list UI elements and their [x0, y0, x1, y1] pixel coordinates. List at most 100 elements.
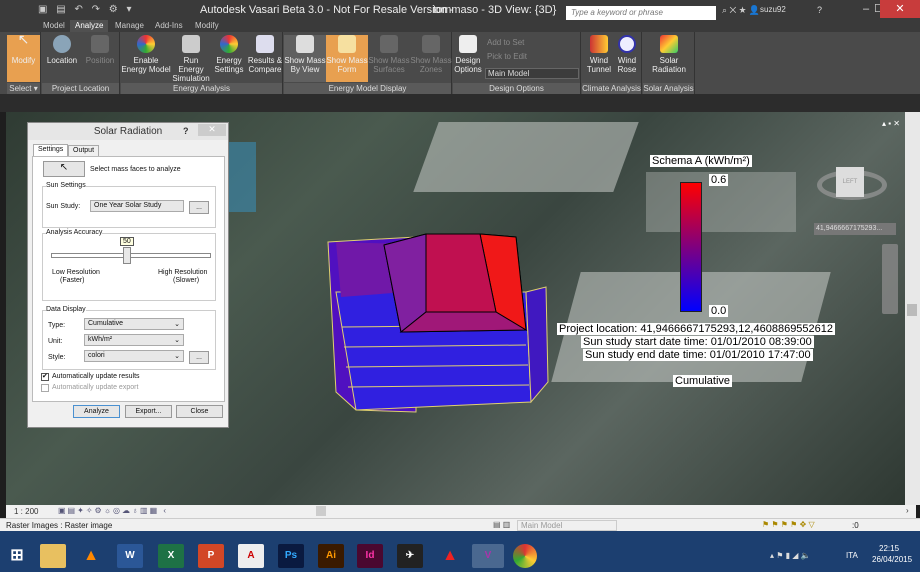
user-name[interactable]: suzu92	[760, 5, 786, 14]
coordinates-dropdown[interactable]: 41,9466667175293...	[814, 223, 896, 235]
style-select[interactable]: colori ⌄	[84, 350, 184, 362]
desktop-strip	[0, 531, 920, 540]
show-mass-zones-button[interactable]: Show Mass Zones	[410, 35, 452, 74]
view-scale[interactable]: 1 : 200	[14, 507, 38, 516]
style-browse-button[interactable]: ...	[189, 351, 209, 364]
select-faces-label: Select mass faces to analyze	[90, 166, 181, 173]
position-button[interactable]: Position	[82, 35, 118, 65]
accuracy-value: 50	[120, 237, 134, 246]
document-title: tommaso - 3D View: {3D}	[433, 4, 557, 16]
system-tray-icons[interactable]: ▴ ⚑ ▮ ◢ 🔈	[770, 551, 811, 560]
sun-study-label: Sun Study:	[46, 203, 81, 210]
navigation-bar[interactable]	[882, 244, 898, 314]
modify-button[interactable]: ↖ Modify	[7, 32, 40, 82]
tab-output[interactable]: Output	[68, 145, 100, 156]
design-options-icon[interactable]: ▤ ▥	[493, 520, 510, 529]
acrobat-icon[interactable]: A	[238, 544, 264, 568]
tab-analyze[interactable]: Analyze	[70, 20, 109, 32]
accuracy-slider-thumb[interactable]	[123, 247, 131, 264]
rhino-icon[interactable]: ✈	[397, 544, 423, 568]
vertical-scrollbar[interactable]	[905, 112, 920, 505]
viewcube[interactable]: LEFT	[836, 167, 864, 197]
tab-model[interactable]: Model	[38, 20, 70, 32]
view-control-icons[interactable]: ▣▤✦✧⚙☼◎☁♁▥▦ ‹	[58, 506, 168, 515]
start-button[interactable]: ⊞	[4, 544, 30, 568]
scroll-right-button[interactable]: ›	[906, 506, 909, 515]
search-input[interactable]: Type a keyword or phrase	[566, 6, 716, 20]
selection-filter-icons[interactable]: ⚑ ⚑ ⚑ ⚑ ✥ ▽	[762, 520, 815, 529]
accuracy-slider-track[interactable]	[51, 253, 211, 258]
word-icon[interactable]: W	[117, 544, 143, 568]
sun-study-field[interactable]: One Year Solar Study	[90, 200, 184, 212]
viewport-window-controls[interactable]: ▴ ▪ ✕	[882, 119, 900, 128]
horizontal-scroll-thumb[interactable]	[316, 506, 326, 516]
add-to-set-button[interactable]: Add to Set	[487, 38, 524, 47]
design-option-select[interactable]: Main Model	[485, 68, 579, 79]
status-bar: Raster Images : Raster image ▤ ▥ Main Mo…	[0, 518, 920, 531]
dialog-close-button[interactable]: ✕	[198, 124, 226, 136]
illustrator-icon[interactable]: Ai	[318, 544, 344, 568]
photoshop-icon[interactable]: Ps	[278, 544, 304, 568]
pick-to-edit-button[interactable]: Pick to Edit	[487, 52, 527, 61]
tab-modify[interactable]: Modify	[190, 20, 224, 32]
wind-tunnel-button[interactable]: Wind Tunnel	[584, 35, 614, 74]
auto-update-results-checkbox[interactable]: ✔	[41, 373, 49, 381]
unit-label: Unit:	[48, 338, 63, 345]
location-button[interactable]: Location	[44, 35, 80, 65]
tab-settings[interactable]: Settings	[33, 144, 69, 156]
panel-label: Design Options	[453, 83, 580, 94]
design-options-button[interactable]: Design Options	[453, 35, 483, 74]
dialog-help-button[interactable]: ?	[183, 126, 189, 136]
panel-label: Climate Analysis	[582, 83, 641, 94]
vlc-icon[interactable]: ▲	[78, 544, 104, 568]
help-button[interactable]: ?	[817, 5, 822, 15]
show-mass-by-view-button[interactable]: Show Mass By View	[284, 35, 326, 82]
enable-energy-model-button[interactable]: Enable Energy Model	[121, 35, 171, 74]
ribbon: ↖ Modify Select ▾ Location Position Proje…	[0, 32, 920, 94]
view-control-bar: 1 : 200 ▣▤✦✧⚙☼◎☁♁▥▦ ‹ ›	[6, 505, 916, 518]
excel-icon[interactable]: X	[158, 544, 184, 568]
analyze-button[interactable]: Analyze	[73, 405, 120, 418]
panel-project-location: Location Position Project Location	[42, 32, 120, 94]
solar-radiation-button[interactable]: Solar Radiation	[645, 35, 693, 74]
close-button[interactable]: ✕	[880, 0, 920, 18]
panel-select: ↖ Modify Select ▾	[7, 32, 41, 94]
export-button[interactable]: Export...	[125, 405, 172, 418]
auto-update-export-checkbox[interactable]	[41, 384, 49, 392]
panel-label: Project Location	[42, 83, 119, 94]
quick-access-toolbar[interactable]: ▣ ▤ ↶ ↷ ⚙ ▾	[38, 4, 135, 15]
panel-solar-analysis: Solar Radiation Solar Analysis	[643, 32, 695, 94]
unit-select[interactable]: kWh/m² ⌄	[84, 334, 184, 346]
explorer-icon[interactable]	[40, 544, 66, 568]
ribbon-tabs: Model Analyze Manage Add-Ins Modify	[0, 20, 920, 32]
sun-study-browse-button[interactable]: ...	[189, 201, 209, 214]
status-text: Raster Images : Raster image	[6, 521, 113, 530]
type-select[interactable]: Cumulative ⌄	[84, 318, 184, 330]
group-label: Sun Settings	[46, 182, 86, 189]
wind-rose-button[interactable]: Wind Rose	[612, 35, 642, 74]
infocenter-icons[interactable]: ⌕ ✕ ★ 👤	[722, 5, 760, 16]
run-energy-simulation-button[interactable]: Run Energy Simulation	[171, 35, 211, 83]
select-faces-button[interactable]: ↖	[43, 161, 85, 177]
active-design-option-select[interactable]: Main Model	[517, 520, 617, 531]
clock-date[interactable]: 26/04/2015	[872, 555, 912, 564]
close-dialog-button[interactable]: Close	[176, 405, 223, 418]
energy-settings-button[interactable]: Energy Settings	[211, 35, 247, 74]
show-mass-surfaces-button[interactable]: Show Mass Surfaces	[368, 35, 410, 74]
title-bar: ▣ ▤ ↶ ↷ ⚙ ▾ Autodesk Vasari Beta 3.0 - N…	[0, 0, 920, 20]
filter-count: :0	[852, 521, 859, 530]
panel-label[interactable]: Select ▾	[7, 83, 40, 94]
auto-update-export-label: Automatically update export	[52, 384, 139, 391]
indesign-icon[interactable]: Id	[357, 544, 383, 568]
clock-time[interactable]: 22:15	[879, 544, 899, 553]
vasari-icon[interactable]: V	[472, 544, 504, 568]
tab-add-ins[interactable]: Add-Ins	[150, 20, 188, 32]
results-compare-button[interactable]: Results & Compare	[247, 35, 283, 74]
powerpoint-icon[interactable]: P	[198, 544, 224, 568]
input-language[interactable]: ITA	[846, 551, 858, 560]
tab-manage[interactable]: Manage	[110, 20, 149, 32]
taskbar: ⊞ ▲ W X P A Ps Ai Id ✈ ▲ V ▴ ⚑ ▮ ◢ 🔈 ITA…	[0, 540, 920, 572]
autocad-icon[interactable]: ▲	[437, 544, 463, 568]
chrome-icon[interactable]	[513, 544, 537, 568]
show-mass-form-button[interactable]: Show Mass Form	[326, 35, 368, 82]
